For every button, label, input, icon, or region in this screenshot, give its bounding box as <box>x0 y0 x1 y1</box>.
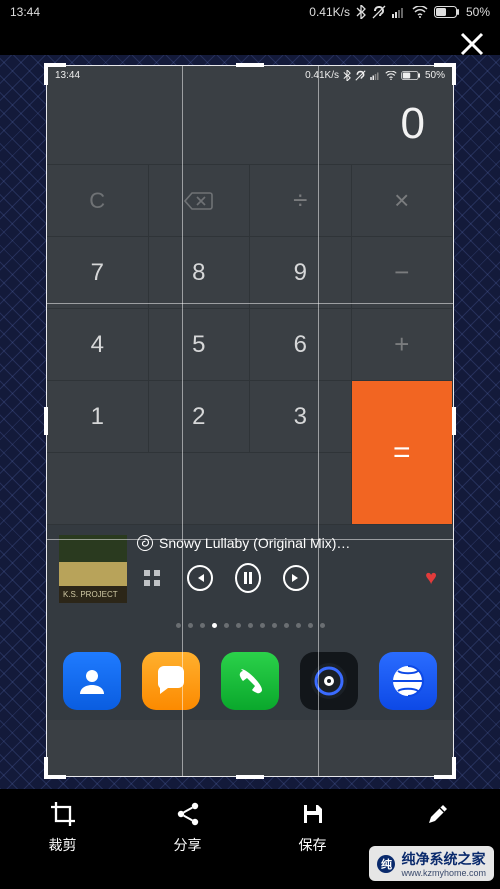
page-dot[interactable] <box>176 623 181 628</box>
key-5[interactable]: 5 <box>149 309 251 381</box>
crop-icon <box>48 799 78 829</box>
app-music[interactable] <box>300 652 358 710</box>
crop-grid-line <box>318 66 319 776</box>
key-equals[interactable]: = <box>352 381 454 525</box>
playlist-grid-icon[interactable] <box>139 565 165 591</box>
wifi-icon <box>412 6 428 18</box>
key-backspace[interactable] <box>149 165 251 237</box>
bluetooth-icon <box>356 5 366 19</box>
track-title: Snowy Lullaby (Original Mix)… <box>159 535 350 551</box>
page-dot[interactable] <box>296 623 301 628</box>
battery-icon <box>401 71 421 80</box>
album-text: K.S. PROJECT <box>63 590 118 599</box>
share-tool[interactable]: 分享 <box>152 799 224 855</box>
signal-icon <box>392 6 406 18</box>
watermark-brand: 纯净系统之家 <box>401 849 486 869</box>
close-button[interactable] <box>458 30 486 58</box>
crop-canvas[interactable]: 13:44 0.41K/s 50% 0 C ÷ × 7 8 <box>0 55 500 789</box>
edit-icon <box>423 799 453 829</box>
page-dot[interactable] <box>188 623 193 628</box>
key-1[interactable]: 1 <box>47 381 149 453</box>
save-icon <box>298 799 328 829</box>
page-dot[interactable] <box>224 623 229 628</box>
wifi-icon <box>385 71 397 80</box>
crop-handle-bl[interactable] <box>44 757 66 779</box>
status-time: 13:44 <box>10 5 40 19</box>
key-divide[interactable]: ÷ <box>250 165 352 237</box>
status-bar: 13:44 0.41K/s 50% <box>0 0 500 24</box>
share-icon <box>173 799 203 829</box>
page-dot[interactable] <box>248 623 253 628</box>
crop-frame[interactable]: 13:44 0.41K/s 50% 0 C ÷ × 7 8 <box>46 65 454 777</box>
bluetooth-icon <box>343 70 351 81</box>
crop-handle-left[interactable] <box>44 407 48 435</box>
page-dot[interactable] <box>200 623 205 628</box>
mute-icon <box>372 5 386 19</box>
page-dot[interactable] <box>236 623 241 628</box>
app-phone[interactable] <box>221 652 279 710</box>
page-dot[interactable] <box>212 623 217 628</box>
crop-handle-tl[interactable] <box>44 63 66 85</box>
key-4[interactable]: 4 <box>47 309 149 381</box>
key-multiply[interactable]: × <box>352 165 454 237</box>
key-8[interactable]: 8 <box>149 237 251 309</box>
key-blank-row <box>47 453 352 525</box>
edit-tool[interactable] <box>402 799 474 829</box>
mute-icon <box>355 70 366 81</box>
page-dot[interactable] <box>272 623 277 628</box>
music-widget: K.S. PROJECT Snowy Lullaby (Original Mix… <box>47 525 453 609</box>
crop-handle-top[interactable] <box>236 63 264 67</box>
crop-handle-right[interactable] <box>452 407 456 435</box>
crop-tool[interactable]: 裁剪 <box>27 799 99 855</box>
crop-handle-tr[interactable] <box>434 63 456 85</box>
key-7[interactable]: 7 <box>47 237 149 309</box>
key-9[interactable]: 9 <box>250 237 352 309</box>
share-label: 分享 <box>174 835 202 855</box>
page-dot[interactable] <box>284 623 289 628</box>
next-track-button[interactable] <box>283 565 309 591</box>
inner-status-bar: 13:44 0.41K/s 50% <box>47 66 453 84</box>
key-6[interactable]: 6 <box>250 309 352 381</box>
key-minus[interactable]: − <box>352 237 454 309</box>
crop-grid-line <box>182 66 183 776</box>
status-speed: 0.41K/s <box>309 5 350 19</box>
watermark-badge-icon: 纯 <box>377 855 395 873</box>
crop-grid-line <box>47 539 453 540</box>
like-button[interactable]: ♥ <box>425 567 437 590</box>
app-messages[interactable] <box>142 652 200 710</box>
app-contacts[interactable] <box>63 652 121 710</box>
key-3[interactable]: 3 <box>250 381 352 453</box>
calculator-display: 0 <box>47 84 453 164</box>
page-indicator <box>47 609 453 644</box>
signal-icon <box>370 71 381 80</box>
key-plus[interactable]: + <box>352 309 454 381</box>
play-pause-button[interactable] <box>235 565 261 591</box>
key-2[interactable]: 2 <box>149 381 251 453</box>
key-clear[interactable]: C <box>47 165 149 237</box>
page-dot[interactable] <box>320 623 325 628</box>
crop-grid-line <box>47 303 453 304</box>
screenshot-preview: 13:44 0.41K/s 50% 0 C ÷ × 7 8 <box>47 66 453 776</box>
inner-status-speed: 0.41K/s <box>305 70 339 81</box>
calculator-keypad: C ÷ × 7 8 9 − 4 5 6 + 1 2 3 = <box>47 164 453 525</box>
crop-label: 裁剪 <box>49 835 77 855</box>
crop-handle-bottom[interactable] <box>236 775 264 779</box>
page-dot[interactable] <box>308 623 313 628</box>
crop-handle-br[interactable] <box>434 757 456 779</box>
save-tool[interactable]: 保存 <box>277 799 349 855</box>
netease-icon <box>137 535 153 551</box>
save-label: 保存 <box>299 835 327 855</box>
watermark: 纯 纯净系统之家 www.kzmyhome.com <box>369 846 494 881</box>
album-art[interactable]: K.S. PROJECT <box>59 535 127 603</box>
page-dot[interactable] <box>260 623 265 628</box>
app-browser[interactable] <box>379 652 437 710</box>
watermark-url: www.kzmyhome.com <box>401 868 486 878</box>
battery-icon <box>434 6 460 18</box>
dock <box>47 644 453 720</box>
battery-percent: 50% <box>466 5 490 19</box>
prev-track-button[interactable] <box>187 565 213 591</box>
